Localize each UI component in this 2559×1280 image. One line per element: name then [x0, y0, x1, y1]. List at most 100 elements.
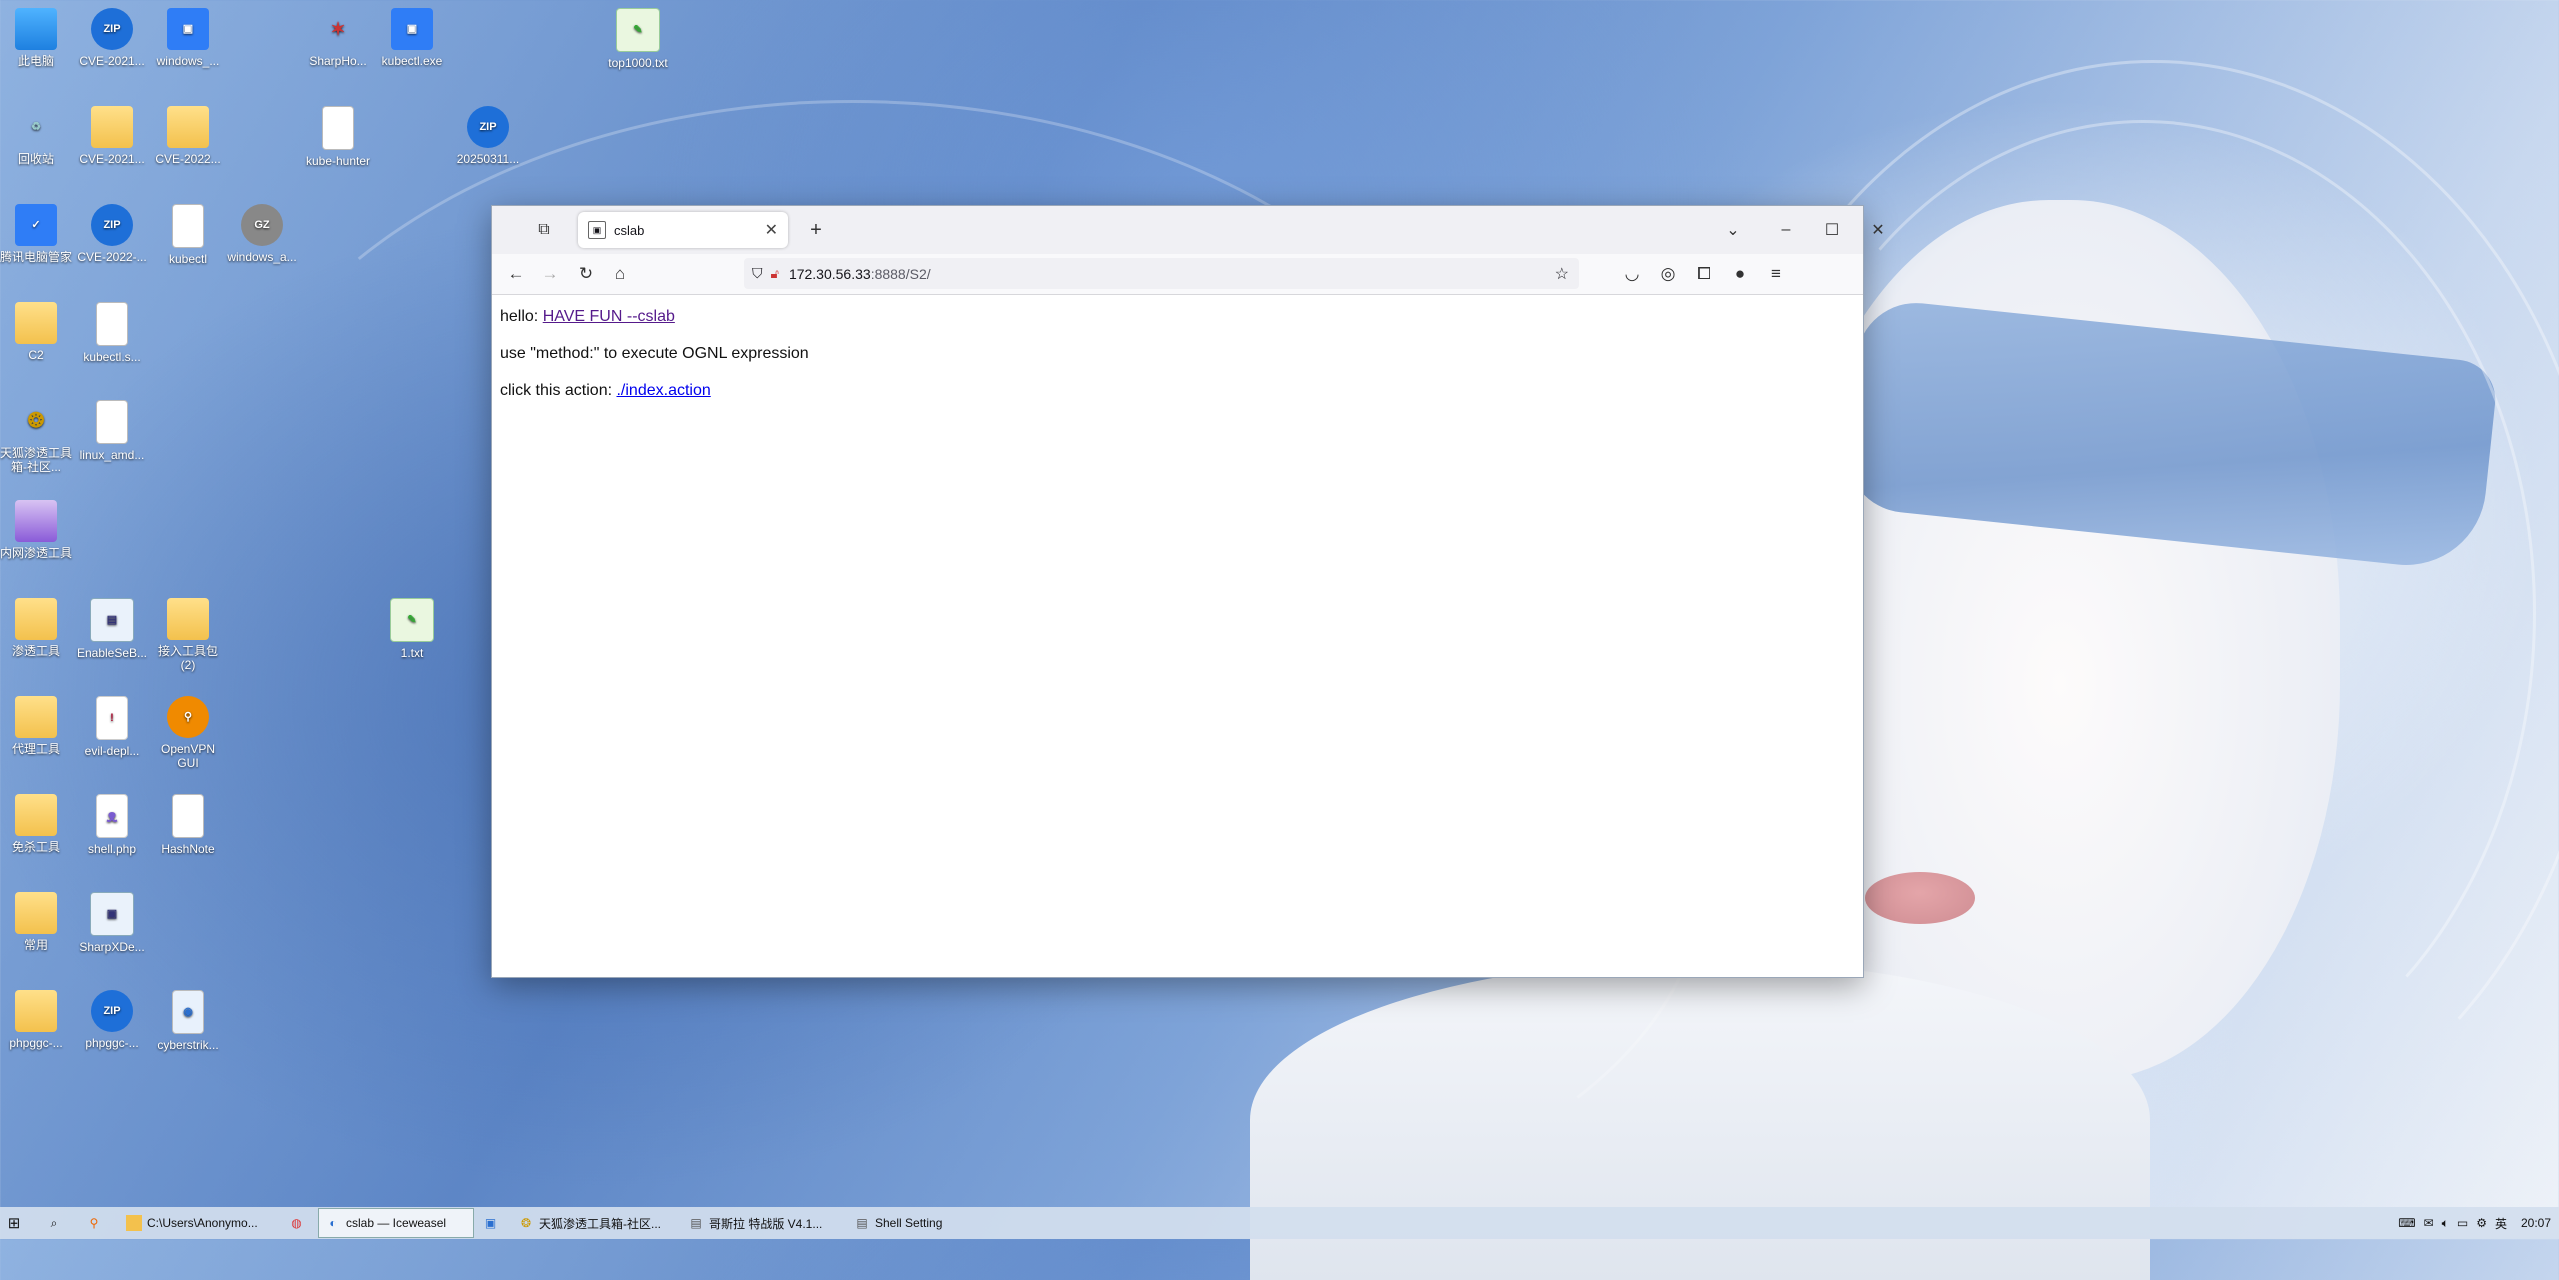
app-icon: ▣ — [90, 892, 134, 936]
image-file-icon: ▤ — [90, 598, 134, 642]
desktop-icon[interactable]: 内网渗透工具 — [0, 500, 72, 560]
desktop-icon[interactable]: kube-hunter — [302, 106, 374, 168]
taskbar-item-explorer[interactable]: C:\Users\Anonymo... — [120, 1209, 280, 1237]
desktop-icon[interactable]: ▣ SharpXDe... — [76, 892, 148, 954]
desktop-icon[interactable]: ✓ 腾讯电脑管家 — [0, 204, 72, 264]
have-fun-link[interactable]: HAVE FUN --cslab — [543, 308, 675, 325]
extensions-icon[interactable]: ⧠ — [1690, 260, 1718, 288]
desktop-icon[interactable]: 渗透工具 — [0, 598, 72, 658]
chevron-down-icon[interactable]: ⌄ — [1719, 216, 1747, 244]
desktop-icon[interactable]: ▣ windows_... — [152, 8, 224, 68]
tray-volume-icon[interactable]: 🔈︎ — [2442, 1216, 2449, 1231]
tab-title: cslab — [614, 222, 645, 238]
file-icon — [96, 400, 128, 444]
url-bar[interactable]: ⛉ 🔓︎ 172.30.56.33:8888/S2/ ☆ — [744, 258, 1579, 289]
url-host: 172.30.56.33 — [788, 265, 871, 282]
desktop-icon-label: HashNote — [161, 842, 215, 856]
taskbar-item-label: C:\Users\Anonymo... — [147, 1216, 258, 1230]
search-button[interactable]: ⌕ — [40, 1209, 76, 1237]
desktop-icon[interactable]: C2 — [0, 302, 72, 362]
desktop-icon[interactable]: linux_amd... — [76, 400, 148, 462]
desktop-icon[interactable]: ✎ top1000.txt — [602, 8, 674, 70]
desktop-icon[interactable]: CVE-2022... — [152, 106, 224, 166]
desktop-icon[interactable]: 常用 — [0, 892, 72, 952]
desktop-icon-label: 此电脑 — [17, 54, 54, 68]
close-window-icon[interactable]: ✕ — [1864, 216, 1892, 244]
desktop-icon[interactable]: ♻ 回收站 — [0, 106, 72, 166]
desktop-icon[interactable]: ZIP CVE-2022-... — [76, 204, 148, 264]
desktop-icon[interactable]: ✎ 1.txt — [376, 598, 448, 660]
taskbar-item-shell-setting[interactable]: ▤ Shell Setting — [848, 1209, 970, 1237]
home-icon[interactable]: ⌂ — [606, 260, 634, 288]
extension-badge-icon[interactable]: ● — [1726, 260, 1754, 288]
search-app-button[interactable]: ⚲ — [80, 1209, 116, 1237]
desktop-icon-label: kubectl.s... — [83, 350, 141, 364]
taskbar-item-app[interactable]: ▣ — [478, 1209, 508, 1237]
desktop-icon[interactable]: ᴥ shell.php — [76, 794, 148, 856]
tray-clock[interactable]: 20:07 — [2521, 1216, 2551, 1230]
menu-icon[interactable]: ≡ — [1762, 260, 1790, 288]
taskbar-item-tianhu[interactable]: ❂ 天狐渗透工具箱-社区... — [512, 1209, 678, 1237]
taskbar-item-browser[interactable]: ◐ cslab — Iceweasel — [318, 1208, 474, 1238]
forward-icon[interactable]: → — [536, 260, 564, 288]
hello-prefix: hello: — [500, 308, 543, 325]
index-action-link[interactable]: ./index.action — [616, 382, 710, 399]
minimize-icon[interactable]: – — [1772, 216, 1800, 244]
shield-icon[interactable]: ⛉ — [752, 265, 763, 282]
taskbar-item-godzilla[interactable]: ▤ 哥斯拉 特战版 V4.1... — [682, 1209, 844, 1237]
tab-cslab[interactable]: ▣ cslab ✕ — [578, 212, 788, 248]
tray-network-icon[interactable]: ⌨ — [2398, 1216, 2415, 1230]
desktop-icon[interactable]: phpggc-... — [0, 990, 72, 1050]
desktop-icon[interactable]: ▤ EnableSeB... — [76, 598, 148, 660]
desktop-icon-label: linux_amd... — [79, 448, 145, 462]
pocket-icon[interactable]: ◡ — [1618, 260, 1646, 288]
desktop-icon[interactable]: HashNote — [152, 794, 224, 856]
file-icon — [96, 302, 128, 346]
taskbar-item-chrome[interactable]: ◍ — [284, 1209, 314, 1237]
folder-icon — [15, 598, 57, 640]
desktop-icon[interactable]: 此电脑 — [0, 8, 72, 68]
maximize-icon[interactable]: ☐ — [1818, 216, 1846, 244]
tray-ime-indicator[interactable]: 英 — [2495, 1215, 2507, 1232]
start-button[interactable]: ⊞ — [0, 1209, 36, 1237]
back-icon[interactable]: ← — [502, 260, 530, 288]
warning-file-icon: ! — [96, 696, 128, 740]
file-icon — [322, 106, 354, 150]
desktop-icon-label: cyberstrik... — [157, 1038, 219, 1052]
desktop-icon[interactable]: 代理工具 — [0, 696, 72, 756]
zip-icon: ZIP — [467, 106, 509, 148]
php-file-icon: ᴥ — [96, 794, 128, 838]
desktop-icon[interactable]: 接入工具包(2) — [152, 598, 224, 672]
folder-icon — [91, 106, 133, 148]
folder-icon — [15, 696, 57, 738]
desktop-icon[interactable]: kubectl.s... — [76, 302, 148, 364]
bookmark-star-icon[interactable]: ☆ — [1555, 264, 1569, 284]
desktop-icon[interactable]: 免杀工具 — [0, 794, 72, 854]
desktop-icon[interactable]: kubectl — [152, 204, 224, 266]
desktop-icon-label: C2 — [28, 348, 44, 362]
tray-battery-icon[interactable]: ▭ — [2457, 1216, 2468, 1230]
tray-mail-icon[interactable]: ✉ — [2424, 1216, 2434, 1230]
desktop-icon[interactable]: ⚲ OpenVPN GUI — [152, 696, 224, 770]
desktop-icon-label: kubectl.exe — [381, 54, 443, 68]
system-tray: ⌨ ✉ 🔈︎ ▭ ⚙ 英 20:07 — [2390, 1207, 2551, 1239]
tab-overview-icon[interactable]: ⧉ — [530, 216, 558, 244]
account-icon[interactable]: ◎ — [1654, 260, 1682, 288]
desktop-icon[interactable]: ✶ SharpHo... — [302, 8, 374, 68]
desktop-icon[interactable]: CVE-2021... — [76, 106, 148, 166]
desktop-icon[interactable]: ZIP phpggc-... — [76, 990, 148, 1050]
desktop-icon[interactable]: ZIP CVE-2021... — [76, 8, 148, 68]
desktop-icon[interactable]: ▣ kubectl.exe — [376, 8, 448, 68]
desktop-icon[interactable]: ❂ 天狐渗透工具箱-社区... — [0, 400, 72, 474]
desktop-icon[interactable]: ! evil-depl... — [76, 696, 148, 758]
desktop-icon[interactable]: GZ windows_a... — [226, 204, 298, 264]
reload-icon[interactable]: ↻ — [572, 260, 600, 288]
tray-settings-icon[interactable]: ⚙ — [2476, 1216, 2487, 1230]
tab-close-icon[interactable]: ✕ — [765, 220, 778, 240]
insecure-lock-icon[interactable]: 🔓︎ — [771, 266, 779, 282]
new-tab-icon[interactable]: + — [802, 216, 830, 244]
desktop-icon-label: CVE-2021... — [79, 152, 145, 166]
desktop-icon[interactable]: ◉ cyberstrik... — [152, 990, 224, 1052]
desktop-icon[interactable]: ZIP 20250311... — [452, 106, 524, 166]
app-icon: ❂ — [27, 410, 45, 432]
